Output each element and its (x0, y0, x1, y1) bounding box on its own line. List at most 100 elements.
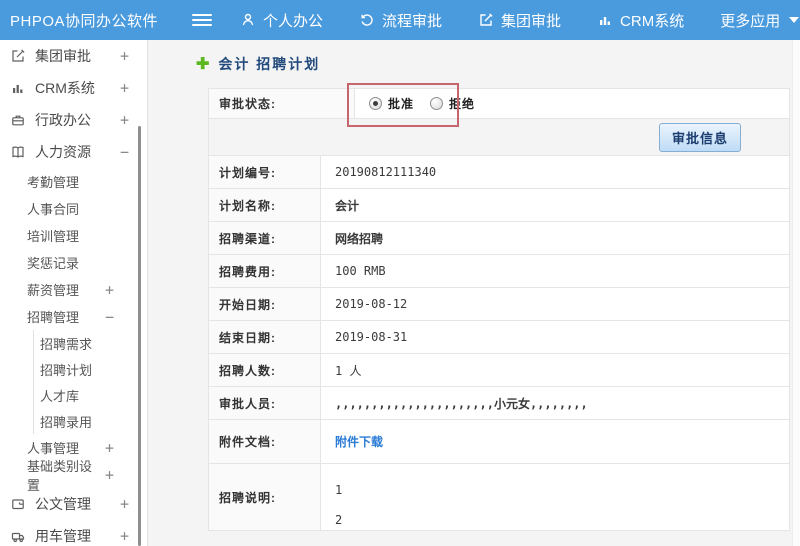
sidebar-item-label: 培训管理 (27, 229, 80, 244)
sidebar-item-label: 招聘需求 (40, 336, 93, 352)
description-line: 1 (335, 483, 343, 497)
field-label-cell: 招聘费用: (209, 255, 321, 287)
field-label: 招聘渠道: (219, 231, 276, 246)
sidebar-item-rewards[interactable]: 奖惩记录 (0, 249, 147, 276)
sidebar-scrollbar[interactable] (138, 126, 141, 546)
content-scrollbar[interactable] (792, 40, 800, 546)
sidebar-item-label: 薪资管理 (27, 283, 80, 298)
nav-item-label: 个人办公 (263, 12, 324, 30)
field-row-plan-name: 计划名称: 会计 (209, 189, 789, 222)
nav-item-group-approval[interactable]: 集团审批 (478, 10, 561, 31)
main-content: ✚ 会计 招聘计划 审批状态: 批准 拒绝 审批信息 计划编号: 2019081… (148, 40, 800, 546)
collapse-toggle[interactable]: − (120, 143, 129, 161)
field-label-cell: 招聘渠道: (209, 222, 321, 254)
approval-status-row: 审批状态: 批准 拒绝 (209, 89, 789, 119)
sidebar-item-hr[interactable]: 人力资源 − (0, 136, 147, 168)
expand-toggle[interactable]: + (120, 495, 129, 513)
approval-info-button[interactable]: 审批信息 (658, 122, 741, 152)
field-value: 20190812111340 (335, 165, 437, 179)
sidebar-item-label: 人才库 (40, 388, 80, 404)
sidebar-item-attendance[interactable]: 考勤管理 (0, 168, 147, 195)
field-value: 100 RMB (335, 264, 386, 278)
field-value-cell: 附件下载 (321, 420, 789, 463)
expand-toggle[interactable]: + (105, 439, 114, 457)
radio-approve-label[interactable]: 批准 (388, 95, 414, 112)
sidebar-item-crm[interactable]: CRM系统 + (0, 72, 147, 104)
sidebar-item-vehicles[interactable]: 用车管理 + (0, 520, 147, 546)
sidebar-item-admin-office[interactable]: 行政办公 + (0, 104, 147, 136)
nav-item-more-apps[interactable]: 更多应用 (720, 10, 800, 31)
sidebar-item-label: 考勤管理 (27, 175, 80, 190)
sidebar: 集团审批 + CRM系统 + 行政办公 + 人力资源 − 考勤管理 人事合同 培… (0, 40, 148, 546)
briefcase-icon (10, 112, 26, 128)
nav-item-label: 更多应用 (720, 12, 781, 30)
sidebar-item-label: 奖惩记录 (27, 256, 80, 271)
hamburger-menu-icon[interactable] (192, 14, 212, 26)
sidebar-item-label: 招聘计划 (40, 362, 93, 378)
sidebar-item-recruit-demand[interactable]: 招聘需求 (34, 330, 147, 356)
nav-item-label: CRM系统 (620, 12, 685, 30)
attachment-download-link[interactable]: 附件下载 (335, 433, 383, 450)
field-value-cell: 20190812111340 (321, 156, 789, 188)
sidebar-item-label: 行政办公 (35, 112, 91, 128)
expand-toggle[interactable]: + (120, 527, 129, 545)
sidebar-item-label: 用车管理 (35, 528, 91, 544)
expand-toggle[interactable]: + (105, 466, 114, 484)
sidebar-item-recruit-hire[interactable]: 招聘录用 (34, 408, 147, 434)
approval-button-row: 审批信息 (209, 119, 789, 156)
edit-square-icon (10, 48, 26, 64)
sidebar-item-recruitment[interactable]: 招聘管理 − (0, 303, 147, 330)
recruitment-submenu: 招聘需求 招聘计划 人才库 招聘录用 (33, 330, 147, 434)
field-label: 审批人员: (219, 396, 276, 411)
sidebar-item-label: 招聘管理 (27, 310, 80, 325)
radio-approve[interactable] (369, 97, 382, 110)
nav-item-process-approval[interactable]: 流程审批 (359, 10, 442, 31)
sidebar-item-training[interactable]: 培训管理 (0, 222, 147, 249)
field-value-cell: 2019-08-12 (321, 288, 789, 320)
expand-toggle[interactable]: + (120, 47, 129, 65)
expand-toggle[interactable]: + (105, 281, 114, 299)
edit-icon (478, 12, 494, 28)
field-label-cell: 招聘人数: (209, 354, 321, 386)
field-value-cell: 1 人 (321, 354, 789, 386)
field-label-cell: 附件文档: (209, 420, 321, 463)
field-value-cell: 会计 (321, 189, 789, 221)
field-label: 计划名称: (219, 198, 276, 213)
sidebar-item-label: 人事管理 (27, 441, 80, 456)
sidebar-item-talent-pool[interactable]: 人才库 (34, 382, 147, 408)
field-label: 结束日期: (219, 330, 276, 345)
field-row-headcount: 招聘人数: 1 人 (209, 354, 789, 387)
field-value-cell: 1 2 (321, 464, 789, 530)
field-value: ,,,,,,,,,,,,,,,,,,,,,,小元女,,,,,,,, (335, 396, 588, 411)
field-label-cell: 招聘说明: (209, 464, 321, 530)
expand-toggle[interactable]: + (120, 111, 129, 129)
sidebar-item-label: 公文管理 (35, 496, 91, 512)
field-value-cell: 网络招聘 (321, 222, 789, 254)
radio-reject-label[interactable]: 拒绝 (449, 95, 475, 112)
field-value-cell: 2019-08-31 (321, 321, 789, 353)
sidebar-item-base-category[interactable]: 基础类别设置 + (0, 459, 147, 493)
nav-item-crm-system[interactable]: CRM系统 (597, 10, 684, 31)
field-label: 附件文档: (219, 435, 276, 449)
field-label: 招聘人数: (219, 363, 276, 378)
sidebar-item-label: 集团审批 (35, 48, 91, 64)
nav-item-personal-office[interactable]: 个人办公 (240, 10, 323, 31)
sidebar-item-salary[interactable]: 薪资管理 + (0, 276, 147, 303)
field-row-start-date: 开始日期: 2019-08-12 (209, 288, 789, 321)
bar-chart-icon (10, 80, 26, 96)
history-icon (359, 12, 375, 28)
field-label: 招聘费用: (219, 264, 276, 279)
field-row-attachment: 附件文档: 附件下载 (209, 420, 789, 464)
sidebar-item-group-approval[interactable]: 集团审批 + (0, 40, 147, 72)
app-window: PHPOA协同办公软件 个人办公 流程审批 集团审批 CRM系统 更多应用 集团… (0, 0, 800, 546)
sidebar-item-hr-contract[interactable]: 人事合同 (0, 195, 147, 222)
sidebar-item-recruit-plan[interactable]: 招聘计划 (34, 356, 147, 382)
approval-status-label: 审批状态: (219, 97, 276, 111)
radio-reject[interactable] (430, 97, 444, 110)
field-row-channel: 招聘渠道: 网络招聘 (209, 222, 789, 255)
bar-chart-icon (597, 12, 613, 28)
collapse-toggle[interactable]: − (105, 308, 114, 326)
approval-status-options: 批准 拒绝 (355, 89, 789, 118)
field-row-end-date: 结束日期: 2019-08-31 (209, 321, 789, 354)
expand-toggle[interactable]: + (120, 79, 129, 97)
